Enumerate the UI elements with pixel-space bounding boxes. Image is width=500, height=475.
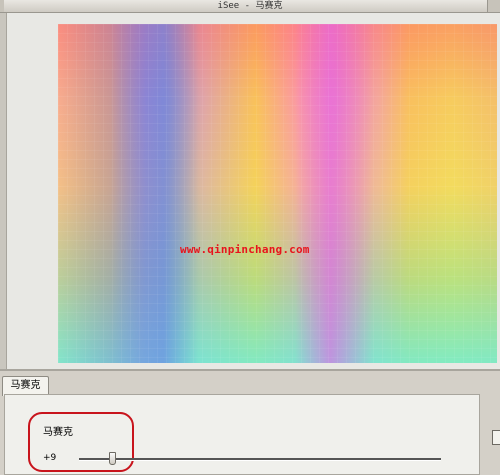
window-control-button[interactable] xyxy=(487,0,500,12)
workspace: www.qinpinchang.com xyxy=(0,13,500,369)
image-canvas[interactable]: www.qinpinchang.com xyxy=(58,24,497,363)
mosaic-settings-panel: 马赛克 +9 xyxy=(4,394,480,475)
tab-strip: 马赛克 xyxy=(0,371,500,396)
mosaic-label: 马赛克 xyxy=(43,427,73,438)
tab-mosaic[interactable]: 马赛克 xyxy=(2,376,49,396)
mosaic-value-text: +9 xyxy=(43,453,57,463)
title-bar: iSee - 马赛克 xyxy=(0,0,500,13)
mosaic-slider-thumb[interactable] xyxy=(108,452,116,465)
workspace-edge xyxy=(0,13,7,369)
window-title: iSee - 马赛克 xyxy=(217,1,283,11)
watermark-text: www.qinpinchang.com xyxy=(180,243,310,256)
highlight-annotation xyxy=(28,412,134,472)
panel-side-button[interactable] xyxy=(492,430,500,445)
mosaic-slider-track[interactable] xyxy=(79,458,441,461)
